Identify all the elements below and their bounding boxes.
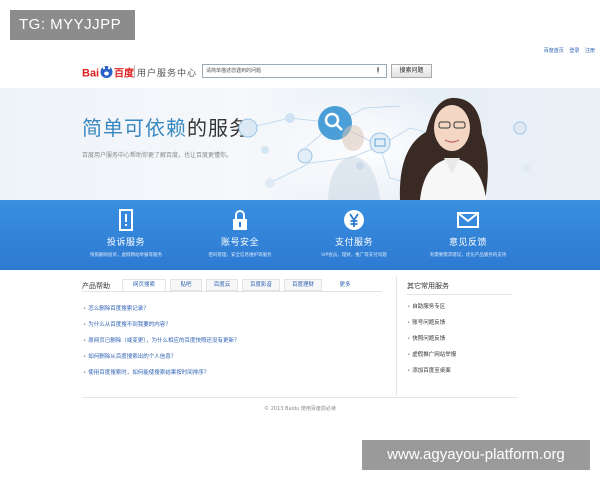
top-links: 百度首页 登录 注册	[540, 47, 595, 54]
top-link-home[interactable]: 百度首页	[544, 48, 564, 54]
side-divider	[407, 294, 512, 295]
slogan-highlight: 简单可依赖	[82, 116, 187, 140]
svg-text:Bai: Bai	[82, 68, 99, 80]
feature-desc: VIP会员，理财，推广等支付问题	[321, 253, 387, 258]
feature-title: 投诉服务	[106, 238, 145, 248]
other-services-title: 其它常用服务	[407, 282, 449, 290]
yen-icon	[344, 210, 364, 230]
question-link-1[interactable]: • 怎么删除百度搜索记录？	[83, 304, 149, 312]
feature-title: 意见反馈	[448, 238, 487, 248]
svg-text:百度: 百度	[114, 67, 134, 80]
other-services-panel: 其它常用服务 • 自助服务专区 • 账号问题反馈 • 快照问题反馈 • 虚假推广网站举报…	[396, 276, 518, 396]
feature-strip: 投诉服务 快照删除投诉，虚假网站举报等服务 账号安全 密码管理，安全信息维护等服…	[0, 200, 600, 270]
question-link-5[interactable]: • 使用百度搜索时，如何能使搜索结果按时间排序？	[83, 368, 209, 376]
logo-divider	[134, 65, 135, 78]
question-link-4[interactable]: • 如何删除从百度搜索出的个人信息？	[83, 352, 176, 360]
microphone-icon[interactable]	[376, 67, 380, 75]
feature-feedback[interactable]: 意见反馈 有需要需求建议，优化产品服务的支持	[412, 200, 524, 270]
content-area: 产品帮助 网页搜索 贴吧 百度云 百度影音 百度理财 更多 • 怎么删除百度搜索记…	[0, 270, 600, 400]
feature-title: 账号安全	[220, 238, 259, 248]
banner-slogan: 简单可依赖的服务	[82, 112, 250, 141]
side-item-account-feedback[interactable]: • 账号问题反馈	[407, 318, 445, 326]
hero-illustration	[238, 88, 530, 200]
copyright-text: © 2013 Baidu 使用百度前必读	[264, 406, 336, 412]
banner-subtitle: 百度用户服务中心帮助你更了解百度，也让百度更懂你。	[82, 152, 233, 159]
feature-payment[interactable]: 支付服务 VIP会员，理财，推广等支付问题	[298, 200, 410, 270]
product-help-title: 产品帮助	[82, 282, 110, 290]
service-center-title: 用户服务中心	[137, 69, 198, 79]
side-item-fake-promo-report[interactable]: • 虚假推广网站举报	[407, 350, 456, 358]
tab-baidu-cloud[interactable]: 百度云	[206, 279, 238, 291]
tab-baidu-finance[interactable]: 百度理财	[284, 279, 322, 291]
side-item-add-desktop[interactable]: • 添加百度至桌面	[407, 366, 451, 374]
top-link-register[interactable]: 注册	[585, 48, 595, 54]
feature-desc: 密码管理，安全信息维护等服务	[208, 253, 272, 258]
feature-complaint[interactable]: 投诉服务 快照删除投诉，虚假网站举报等服务	[70, 200, 182, 270]
feature-title: 支付服务	[334, 238, 373, 248]
watermark-url-label: www.agyayou-platform.org	[362, 440, 590, 470]
footer-divider	[82, 397, 518, 398]
header: Bai 百度 用户服务中心 请简单描述您遇到的问题 搜索问题	[0, 56, 600, 88]
search-button[interactable]: 搜索问题	[391, 64, 432, 78]
hero-banner: 简单可依赖的服务 百度用户服务中心帮助你更了解百度，也让百度更懂你。	[0, 88, 600, 200]
baidu-logo[interactable]: Bai 百度	[82, 64, 134, 80]
feature-desc: 有需要需求建议，优化产品服务的支持	[429, 253, 507, 258]
feature-desc: 快照删除投诉，虚假网站举报等服务	[90, 253, 162, 258]
tab-web-search[interactable]: 网页搜索	[122, 279, 166, 291]
tab-divider	[82, 291, 382, 292]
mail-icon	[457, 212, 479, 228]
question-link-2[interactable]: • 为什么从百度搜不到我要的内容？	[83, 320, 171, 328]
watermark-tg-label: TG: MYYJJPP	[10, 10, 135, 40]
tab-baidu-video[interactable]: 百度影音	[242, 279, 280, 291]
side-item-self-service[interactable]: • 自助服务专区	[407, 302, 445, 310]
search-input[interactable]: 请简单描述您遇到的问题	[202, 64, 387, 78]
lock-icon	[233, 210, 247, 230]
question-link-3[interactable]: • 原网页已删除（或变更），为什么相应的百度快照还没有更新？	[83, 336, 240, 344]
side-item-snapshot-feedback[interactable]: • 快照问题反馈	[407, 334, 445, 342]
tab-more[interactable]: 更多	[326, 279, 364, 291]
feature-account-security[interactable]: 账号安全 密码管理，安全信息维护等服务	[184, 200, 296, 270]
tab-tieba[interactable]: 贴吧	[170, 279, 202, 291]
alert-icon	[119, 209, 133, 231]
top-link-login[interactable]: 登录	[569, 48, 579, 54]
